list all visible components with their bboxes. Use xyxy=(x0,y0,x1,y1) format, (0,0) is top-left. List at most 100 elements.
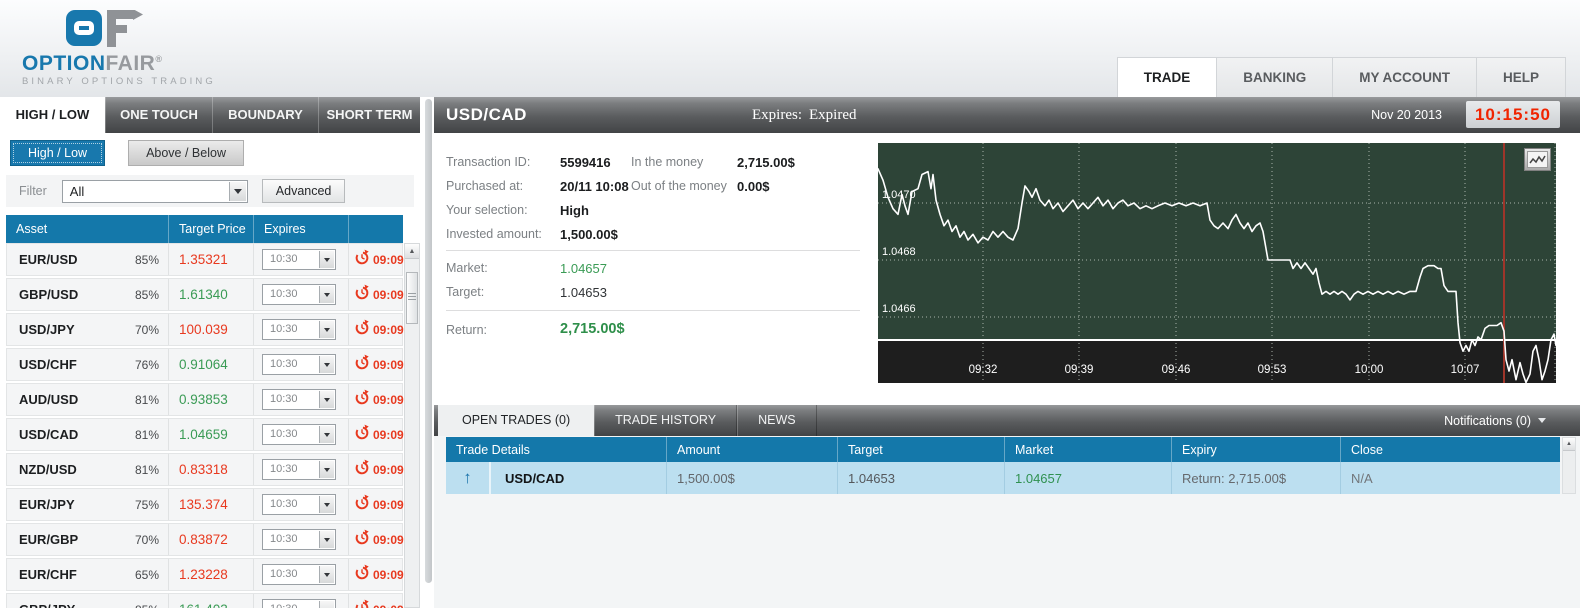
advanced-button[interactable]: Advanced xyxy=(261,179,346,203)
countdown-clock-icon xyxy=(354,424,370,445)
asset-name: NZD/USD xyxy=(19,462,77,477)
chevron-down-icon[interactable] xyxy=(319,601,334,608)
expiry-select[interactable]: 10:30 xyxy=(262,599,336,608)
expires-cell: 10:30 xyxy=(254,314,349,345)
divider xyxy=(446,310,860,311)
current-time-clock: 10:15:50 xyxy=(1465,101,1560,128)
chevron-down-icon[interactable] xyxy=(319,461,334,478)
scroll-up-icon[interactable]: ▲ xyxy=(1563,438,1575,451)
logo-f-arrow-shape xyxy=(107,10,143,47)
price-chart: 09:32 09:39 09:46 09:53 10:00 10:07 1.0470 1.04… xyxy=(878,143,1556,383)
asset-row-eur-gbp[interactable]: EUR/GBP 70% 0.83872 10:30 09:09 xyxy=(6,523,404,556)
detail-value-out-of-the-money: 0.00$ xyxy=(737,179,770,194)
asset-list-scrollbar[interactable]: ▲ xyxy=(404,243,420,608)
trades-col-header-amount: Amount xyxy=(666,437,837,462)
detail-value-invested-amount: 1,500.00$ xyxy=(560,227,618,242)
option-tab-one-touch[interactable]: ONE TOUCH xyxy=(105,97,212,133)
logo-of-icon xyxy=(66,10,216,47)
chevron-down-icon[interactable] xyxy=(319,356,334,373)
chevron-down-icon[interactable] xyxy=(319,496,334,513)
asset-row-gbp-jpy[interactable]: GBP/JPY 85% 161.403 10:30 09:09 xyxy=(6,593,404,608)
chart-type-button[interactable] xyxy=(1524,148,1551,171)
subtab-high-low[interactable]: High / Low xyxy=(10,140,106,166)
trades-col-header-trade-details: Trade Details xyxy=(456,442,530,457)
instrument-titlebar: USD/CAD Expires: Expired Nov 20 2013 10:1… xyxy=(434,97,1580,133)
countdown-time: 09:09 xyxy=(373,392,404,407)
expires-status: Expires: Expired xyxy=(752,107,857,123)
nav-tab-my-account[interactable]: MY ACCOUNT xyxy=(1332,57,1477,97)
chevron-down-icon[interactable] xyxy=(319,391,334,408)
trade-expiry: Return: 2,715.00$ xyxy=(1171,462,1340,494)
asset-row-eur-chf[interactable]: EUR/CHF 65% 1.23228 10:30 09:09 xyxy=(6,558,404,591)
asset-cell: EUR/CHF 65% xyxy=(7,559,169,590)
scroll-thumb[interactable] xyxy=(406,272,418,324)
chevron-down-icon[interactable] xyxy=(228,181,246,201)
countdown-time: 09:09 xyxy=(373,603,404,608)
asset-row-nzd-usd[interactable]: NZD/USD 81% 0.83318 10:30 09:09 xyxy=(6,453,404,486)
chevron-down-icon[interactable] xyxy=(319,321,334,338)
asset-payout: 85% xyxy=(134,287,159,302)
chevron-down-icon[interactable] xyxy=(319,531,334,548)
expiry-select[interactable]: 10:30 xyxy=(262,354,336,375)
chevron-down-icon[interactable] xyxy=(319,251,334,268)
option-tab-high-low[interactable]: HIGH / LOW xyxy=(0,97,105,133)
expires-cell: 10:30 xyxy=(254,489,349,520)
chevron-down-icon[interactable] xyxy=(319,426,334,443)
countdown-time: 09:09 xyxy=(373,427,404,442)
nav-tab-help[interactable]: HELP xyxy=(1475,57,1566,97)
subtab-above-below[interactable]: Above / Below xyxy=(128,140,244,166)
tab-open-trades-0[interactable]: OPEN TRADES (0) xyxy=(438,405,595,436)
expiry-select[interactable]: 10:30 xyxy=(262,424,336,445)
detail-label-in-the-money: In the money xyxy=(631,155,704,169)
open-trade-row[interactable]: ↑ USD/CAD 1,500.00$ 1.04653 1.04657 Return: 2… xyxy=(446,462,1560,494)
asset-cell: EUR/GBP 70% xyxy=(7,524,169,555)
chevron-down-icon[interactable] xyxy=(319,286,334,303)
asset-row-usd-chf[interactable]: USD/CHF 76% 0.91064 10:30 09:09 xyxy=(6,348,404,381)
asset-row-usd-jpy[interactable]: USD/JPY 70% 100.039 10:30 09:09 xyxy=(6,313,404,346)
trade-asset: USD/CAD xyxy=(489,462,666,494)
expires-cell: 10:30 xyxy=(254,279,349,310)
scroll-up-icon[interactable]: ▲ xyxy=(405,244,419,259)
panel-divider xyxy=(425,99,432,583)
nav-tab-trade[interactable]: TRADE xyxy=(1116,57,1218,97)
option-type-tabbar: HIGH / LOW ONE TOUCH BOUNDARY SHORT TERM xyxy=(0,97,420,133)
asset-row-eur-jpy[interactable]: EUR/JPY 75% 135.374 10:30 09:09 xyxy=(6,488,404,521)
expiry-select[interactable]: 10:30 xyxy=(262,389,336,410)
option-tab-short-term[interactable]: SHORT TERM xyxy=(318,97,420,133)
expiry-select[interactable]: 10:30 xyxy=(262,319,336,340)
price-chart-svg: 09:32 09:39 09:46 09:53 10:00 10:071.04701.04… xyxy=(878,143,1556,383)
filter-select[interactable]: All xyxy=(61,179,248,203)
expiry-select[interactable]: 10:30 xyxy=(262,564,336,585)
countdown-clock-icon xyxy=(354,284,370,305)
nav-tab-banking[interactable]: BANKING xyxy=(1216,57,1334,97)
svg-text:10:00: 10:00 xyxy=(1355,364,1384,376)
countdown-cell: 09:09 xyxy=(349,384,404,415)
asset-col-header-asset: Asset xyxy=(16,222,48,236)
expiry-select[interactable]: 10:30 xyxy=(262,459,336,480)
asset-row-usd-cad[interactable]: USD/CAD 81% 1.04659 10:30 09:09 xyxy=(6,418,404,451)
expiry-select[interactable]: 10:30 xyxy=(262,494,336,515)
option-tab-boundary[interactable]: BOUNDARY xyxy=(212,97,318,133)
tab-news[interactable]: NEWS xyxy=(737,405,817,436)
tab-trade-history[interactable]: TRADE HISTORY xyxy=(594,405,738,436)
chevron-down-icon[interactable] xyxy=(319,566,334,583)
countdown-cell: 09:09 xyxy=(349,559,404,590)
asset-table-body: EUR/USD 85% 1.35321 10:30 09:09 GBP/USD 85% 1.6… xyxy=(6,243,404,608)
countdown-cell: 09:09 xyxy=(349,524,404,555)
countdown-cell: 09:09 xyxy=(349,314,404,345)
detail-label-out-of-the-money: Out of the money xyxy=(631,179,727,193)
trades-scrollbar[interactable]: ▲ xyxy=(1562,437,1576,494)
expires-cell: 10:30 xyxy=(254,559,349,590)
trades-col-header-close: Close xyxy=(1340,437,1560,462)
target-price: 0.93853 xyxy=(169,384,254,415)
target-price: 135.374 xyxy=(169,489,254,520)
expiry-select[interactable]: 10:30 xyxy=(262,249,336,270)
expiry-select[interactable]: 10:30 xyxy=(262,284,336,305)
notifications-dropdown[interactable]: Notifications (0) xyxy=(1444,405,1546,436)
expires-cell: 10:30 xyxy=(254,244,349,275)
asset-cell: EUR/USD 85% xyxy=(7,244,169,275)
expiry-select[interactable]: 10:30 xyxy=(262,529,336,550)
asset-row-eur-usd[interactable]: EUR/USD 85% 1.35321 10:30 09:09 xyxy=(6,243,404,276)
asset-row-aud-usd[interactable]: AUD/USD 81% 0.93853 10:30 09:09 xyxy=(6,383,404,416)
asset-row-gbp-usd[interactable]: GBP/USD 85% 1.61340 10:30 09:09 xyxy=(6,278,404,311)
